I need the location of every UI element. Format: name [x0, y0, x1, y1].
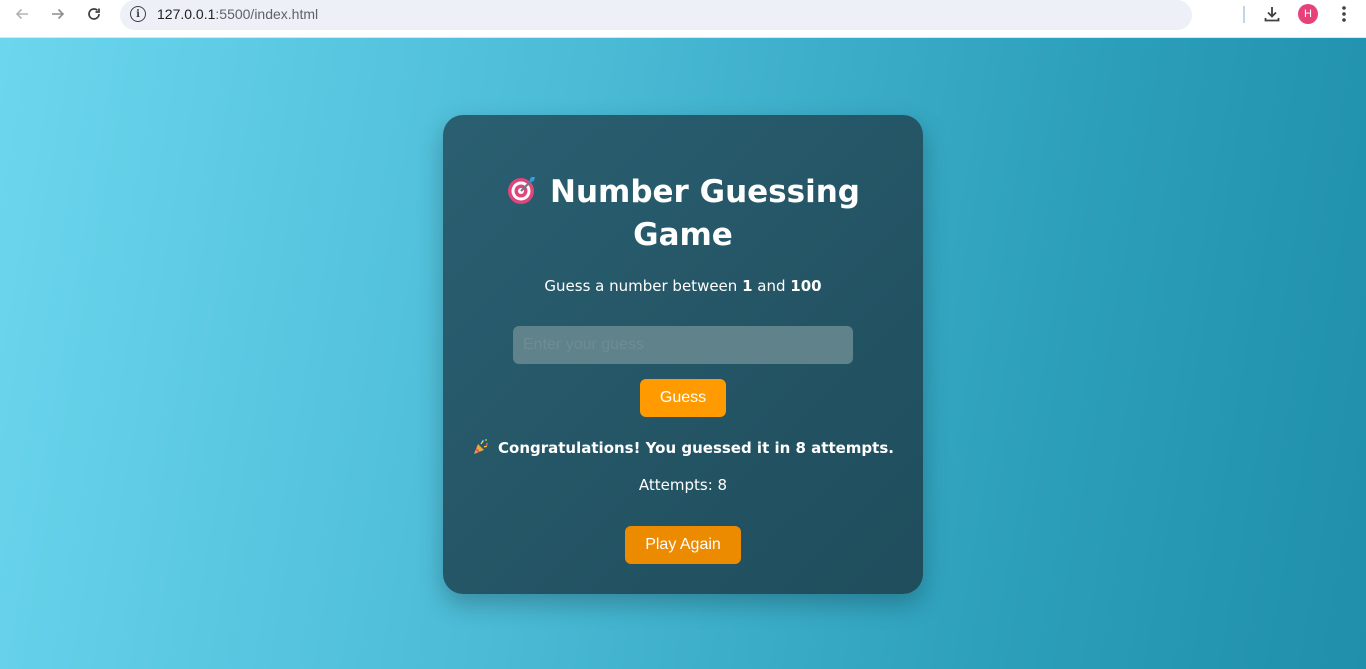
back-icon[interactable] [8, 4, 36, 24]
play-again-button[interactable]: Play Again [625, 526, 741, 564]
page-title: Number Guessing Game [503, 171, 863, 257]
page-background: Number Guessing Game Guess a number betw… [0, 38, 1366, 669]
url-path: :5500/index.html [215, 6, 319, 22]
toolbar-divider [1243, 6, 1245, 23]
guess-button[interactable]: Guess [640, 379, 726, 417]
reload-icon[interactable] [80, 4, 108, 24]
subtitle-prefix: Guess a number between [544, 277, 743, 295]
forward-icon[interactable] [44, 4, 72, 24]
result-message-text: Congratulations! You guessed it in 8 att… [498, 439, 894, 457]
url-host: 127.0.0.1 [157, 6, 216, 22]
download-icon[interactable] [1262, 4, 1282, 24]
more-menu-icon[interactable] [1336, 4, 1352, 24]
title-line2: Game [633, 217, 733, 253]
attempts-count: Attempts: 8 [638, 476, 728, 494]
range-max: 100 [790, 277, 822, 295]
address-bar[interactable]: i 127.0.0.1:5500/index.html [120, 0, 1192, 30]
subtitle-mid: and [752, 277, 791, 295]
party-popper-icon [474, 439, 489, 454]
guess-input[interactable] [513, 326, 853, 364]
url-text[interactable]: 127.0.0.1:5500/index.html [157, 6, 318, 22]
range-instruction: Guess a number between 1 and 100 [443, 276, 923, 296]
target-dart-icon [508, 177, 536, 204]
browser-toolbar: i 127.0.0.1:5500/index.html H [0, 0, 1366, 38]
result-message: Congratulations! You guessed it in 8 att… [443, 438, 923, 458]
game-card: Number Guessing Game Guess a number betw… [443, 115, 923, 594]
site-info-icon[interactable]: i [130, 6, 146, 22]
profile-avatar[interactable]: H [1298, 4, 1318, 24]
range-min: 1 [742, 277, 753, 295]
title-line1: Number Guessing [550, 174, 860, 210]
